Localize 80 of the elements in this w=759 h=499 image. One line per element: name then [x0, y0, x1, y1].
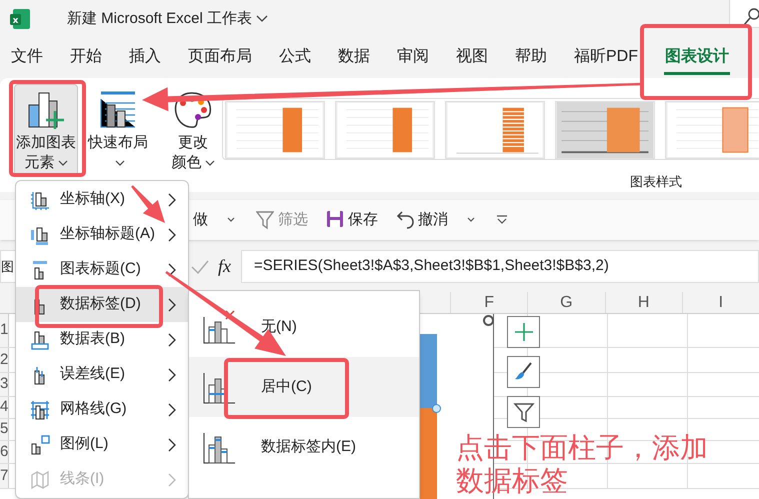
chevron-down-icon	[114, 160, 124, 167]
selection-handle[interactable]	[432, 404, 441, 413]
customize-toolbar-icon	[496, 215, 508, 225]
toolbar-button[interactable]: 保存	[326, 208, 378, 232]
menu-item[interactable]: 坐标轴(X)	[16, 182, 188, 217]
row-header[interactable]: 5	[0, 418, 8, 441]
row-header[interactable]: 6	[0, 440, 8, 464]
chart-element-icon	[30, 330, 50, 350]
ribbon-tab[interactable]: 审阅	[396, 41, 430, 75]
chevron-right-icon	[168, 332, 176, 346]
column-header[interactable]: H	[638, 292, 650, 314]
chart-element-icon	[30, 470, 50, 490]
row-header[interactable]: 4	[0, 396, 8, 419]
menu-item[interactable]: 误差线(E)	[16, 357, 188, 392]
search-field[interactable]	[729, 0, 759, 28]
row-header[interactable]: 2	[0, 348, 8, 372]
chevron-right-icon	[168, 298, 176, 312]
ribbon-tab[interactable]: 文件	[10, 41, 44, 75]
toolbar-button[interactable]: 撤消	[396, 208, 448, 232]
formula-input[interactable]: =SERIES(Sheet3!$A$3,Sheet3!$B$1,Sheet3!$B$3,2)	[241, 250, 759, 283]
chart-element-icon	[30, 400, 50, 420]
resize-handle[interactable]	[483, 315, 494, 326]
chevron-down-icon	[58, 160, 68, 167]
chevron-right-icon	[168, 228, 176, 242]
row-header[interactable]: 7	[0, 464, 8, 488]
ribbon-tab[interactable]: 帮助	[514, 41, 548, 75]
menu-item[interactable]: 数据标签内(E)	[189, 417, 419, 477]
chevron-right-icon	[168, 438, 176, 452]
chart-style-thumbnail[interactable]	[445, 101, 545, 159]
chevron-right-icon	[168, 262, 176, 276]
undo-icon	[396, 210, 414, 230]
row-header[interactable]: 3	[0, 373, 8, 396]
chart-style-thumbnail[interactable]	[225, 101, 325, 159]
ribbon-button[interactable]: 快速布局	[86, 84, 150, 176]
ribbon-button[interactable]: 添加图表元素	[14, 84, 78, 176]
window-title[interactable]: 新建 Microsoft Excel 工作表	[67, 8, 268, 30]
chevron-right-icon	[168, 472, 176, 486]
chevron-down-icon	[204, 160, 214, 167]
column-header[interactable]: I	[718, 292, 724, 314]
annotation-arrow	[131, 185, 165, 223]
ribbon-tab[interactable]: 开始	[69, 41, 103, 75]
chart-element-icon	[30, 260, 50, 280]
menu-item[interactable]: 居中(C)	[189, 357, 419, 417]
chevron-down-icon	[256, 15, 268, 23]
chevron-down-icon	[466, 216, 476, 224]
menu-item[interactable]: 图例(L)	[16, 427, 188, 462]
chart-style-thumbnail[interactable]	[555, 101, 655, 159]
menu-item[interactable]: 坐标轴标题(A)	[16, 217, 188, 252]
menu-item[interactable]: 网格线(G)	[16, 392, 188, 427]
chart-style-thumbnail[interactable]	[665, 101, 759, 159]
chevron-right-icon	[168, 192, 176, 206]
chevron-right-icon	[168, 402, 176, 416]
chevron-down-icon	[226, 216, 236, 224]
ribbon-tab[interactable]: 图表设计	[664, 41, 730, 75]
chart-style-thumbnail[interactable]	[335, 101, 435, 159]
check-icon	[190, 258, 210, 274]
menu-item[interactable]: 数据标签(D)	[16, 287, 188, 322]
ribbon-tab[interactable]: 公式	[278, 41, 312, 75]
ribbon-tab[interactable]: 视图	[455, 41, 489, 75]
column-header[interactable]: F	[484, 292, 494, 314]
ribbon-tab[interactable]: 数据	[337, 41, 371, 75]
ribbon-tab[interactable]: 页面布局	[187, 41, 253, 75]
chart-side-button[interactable]	[507, 356, 540, 388]
menu-item[interactable]: 数据表(B)	[16, 322, 188, 357]
column-header[interactable]: G	[560, 292, 573, 314]
toolbar-button[interactable]: 做	[193, 208, 208, 232]
chart-element-icon	[30, 434, 50, 454]
group-label: 图表样式	[630, 173, 682, 191]
ribbon-tab[interactable]: 插入	[128, 41, 162, 75]
chart-side-button[interactable]	[507, 316, 540, 348]
filter-icon	[256, 210, 274, 230]
chart-element-icon	[30, 190, 50, 210]
chart-side-button[interactable]	[507, 396, 540, 428]
ribbon-tab[interactable]: 福昕PDF	[573, 41, 639, 75]
chevron-right-icon	[168, 368, 176, 382]
menu-item[interactable]: 图表标题(C)	[16, 252, 188, 287]
chart-element-icon	[30, 224, 50, 244]
save-icon	[326, 210, 344, 230]
function-button[interactable]: fx	[218, 253, 231, 280]
search-icon	[743, 7, 759, 27]
